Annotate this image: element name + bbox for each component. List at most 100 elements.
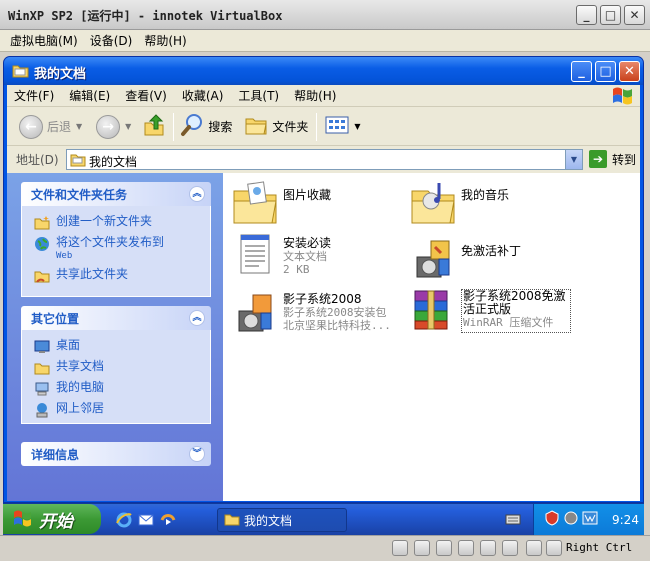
folders-label: 文件夹 — [272, 120, 309, 134]
file-name: 安装必读 — [283, 236, 332, 250]
network-adapter-icon[interactable] — [458, 540, 474, 556]
place-shared-documents[interactable]: 共享文档 — [34, 359, 210, 376]
file-view: 图片收藏 我的音乐 安装必读 文本文档 2 KB 免激活补丁 影子系统2008 … — [223, 173, 640, 501]
music-folder-icon — [409, 179, 457, 227]
details-header[interactable]: 详细信息 ︾ — [21, 442, 211, 466]
folder-icon — [12, 63, 29, 81]
place-desktop[interactable]: 桌面 — [34, 338, 210, 355]
task-share-folder[interactable]: 共享此文件夹 — [34, 267, 210, 284]
explorer-titlebar[interactable]: 我的文档 _ □ ✕ — [4, 57, 643, 85]
details-title: 详细信息 — [31, 447, 80, 462]
collapse-icon[interactable]: ︽ — [189, 310, 205, 326]
up-folder-icon — [143, 113, 165, 140]
floppy-icon[interactable] — [436, 540, 452, 556]
address-dropdown-icon[interactable]: ▼ — [565, 150, 582, 169]
place-my-computer[interactable]: 我的电脑 — [34, 380, 210, 397]
address-input[interactable]: 我的文档 ▼ — [66, 149, 583, 170]
back-arrow-icon: ← — [19, 114, 43, 139]
file-item[interactable]: 安装必读 文本文档 2 KB — [231, 231, 331, 279]
file-name: 免激活补丁 — [461, 244, 522, 258]
minimize-button[interactable]: _ — [571, 61, 592, 82]
go-label: 转到 — [612, 152, 637, 167]
vbox-menu-devices[interactable]: 设备(D) — [90, 32, 133, 49]
task-new-folder[interactable]: 创建一个新文件夹 — [34, 214, 210, 231]
file-name: 图片收藏 — [283, 188, 332, 202]
security-shield-icon[interactable] — [544, 510, 560, 529]
shared-documents-icon — [34, 360, 50, 376]
task-publish-web[interactable]: 将这个文件夹发布到 Web — [34, 235, 210, 263]
file-tasks-panel: 文件和文件夹任务 ︽ 创建一个新文件夹 将这个文件夹发布到 Web 共享此文件夹 — [21, 182, 211, 297]
explorer-menubar: 文件(F) 编辑(E) 查看(V) 收藏(A) 工具(T) 帮助(H) — [7, 85, 640, 107]
place-network[interactable]: 网上邻居 — [34, 401, 210, 418]
back-button[interactable]: ← 后退 ▼ — [19, 114, 82, 139]
network-tray-icon[interactable] — [563, 510, 579, 529]
outlook-express-icon[interactable] — [137, 511, 155, 532]
network-places-icon — [34, 402, 50, 418]
up-button[interactable] — [143, 113, 165, 140]
file-item[interactable]: 影子系统2008免激活正式版 WinRAR 压缩文件 — [409, 285, 571, 333]
menu-view[interactable]: 查看(V) — [125, 87, 167, 104]
collapse-icon[interactable]: ︽ — [189, 186, 205, 202]
views-icon — [325, 115, 349, 138]
back-dropdown-icon[interactable]: ▼ — [76, 122, 82, 131]
hard-disk-icon[interactable] — [392, 540, 408, 556]
shared-folders-icon[interactable] — [502, 540, 518, 556]
vbox-close-button[interactable]: ✕ — [624, 5, 645, 25]
host-key-label: Right Ctrl — [566, 541, 633, 554]
file-item[interactable]: 影子系统2008 影子系统2008安装包 北京坚果比特科技... — [231, 289, 391, 337]
file-item[interactable]: 我的音乐 — [409, 179, 509, 227]
text-document-icon — [231, 231, 279, 279]
vbox-minimize-button[interactable]: _ — [576, 5, 597, 25]
windows-flag-icon — [612, 86, 634, 108]
vbox-menu-help[interactable]: 帮助(H) — [144, 32, 186, 49]
file-name: 我的音乐 — [461, 188, 510, 202]
views-button[interactable]: ▼ — [325, 115, 361, 138]
close-button[interactable]: ✕ — [619, 61, 640, 82]
mouse-integration-icon[interactable] — [526, 540, 542, 556]
vbox-maximize-button[interactable]: □ — [600, 5, 621, 25]
menu-tools[interactable]: 工具(T) — [238, 87, 279, 104]
my-computer-icon — [34, 381, 50, 397]
file-company: 北京坚果比特科技... — [283, 319, 391, 332]
folders-button[interactable]: 文件夹 — [244, 114, 308, 139]
folder-icon — [224, 512, 240, 529]
cd-dvd-icon[interactable] — [414, 540, 430, 556]
other-places-header[interactable]: 其它位置 ︽ — [21, 306, 211, 330]
forward-dropdown-icon[interactable]: ▼ — [125, 122, 131, 131]
menu-edit[interactable]: 编辑(E) — [69, 87, 110, 104]
menu-favorites[interactable]: 收藏(A) — [182, 87, 224, 104]
start-label: 开始 — [39, 511, 73, 532]
file-tasks-header[interactable]: 文件和文件夹任务 ︽ — [21, 182, 211, 206]
menu-help[interactable]: 帮助(H) — [294, 87, 336, 104]
go-button[interactable]: ➔ 转到 — [589, 150, 636, 168]
file-item[interactable]: 免激活补丁 — [409, 235, 521, 283]
keyboard-icon[interactable] — [505, 512, 521, 529]
forward-button[interactable]: → ▼ — [96, 114, 131, 139]
vbox-menu-machine[interactable]: 虚拟电脑(M) — [10, 32, 78, 49]
start-button[interactable]: 开始 — [3, 504, 101, 534]
my-documents-icon — [70, 152, 86, 170]
taskbar-window-button[interactable]: 我的文档 — [217, 508, 347, 532]
search-button[interactable]: 搜索 — [180, 113, 232, 140]
menu-file[interactable]: 文件(F) — [14, 87, 54, 104]
share-folder-icon — [34, 268, 50, 284]
taskbar: 开始 我的文档 9:24 — [3, 503, 644, 535]
usb-icon[interactable] — [480, 540, 496, 556]
toolbar-separator — [173, 112, 175, 141]
internet-explorer-icon[interactable] — [115, 511, 133, 532]
media-player-icon[interactable] — [159, 511, 177, 532]
vbox-statusbar: Right Ctrl — [0, 535, 650, 561]
file-tasks-title: 文件和文件夹任务 — [31, 187, 128, 202]
search-label: 搜索 — [208, 120, 233, 134]
other-places-title: 其它位置 — [31, 311, 80, 326]
expand-icon[interactable]: ︾ — [189, 446, 205, 462]
views-dropdown-icon[interactable]: ▼ — [354, 122, 360, 131]
address-value: 我的文档 — [89, 155, 138, 169]
installer-icon — [409, 235, 457, 283]
new-folder-icon — [34, 215, 50, 231]
file-item[interactable]: 图片收藏 — [231, 179, 331, 227]
search-icon — [180, 113, 204, 140]
maximize-button[interactable]: □ — [595, 61, 616, 82]
place-my-computer-label: 我的电脑 — [56, 380, 105, 394]
tray-app-icon[interactable] — [582, 510, 598, 529]
